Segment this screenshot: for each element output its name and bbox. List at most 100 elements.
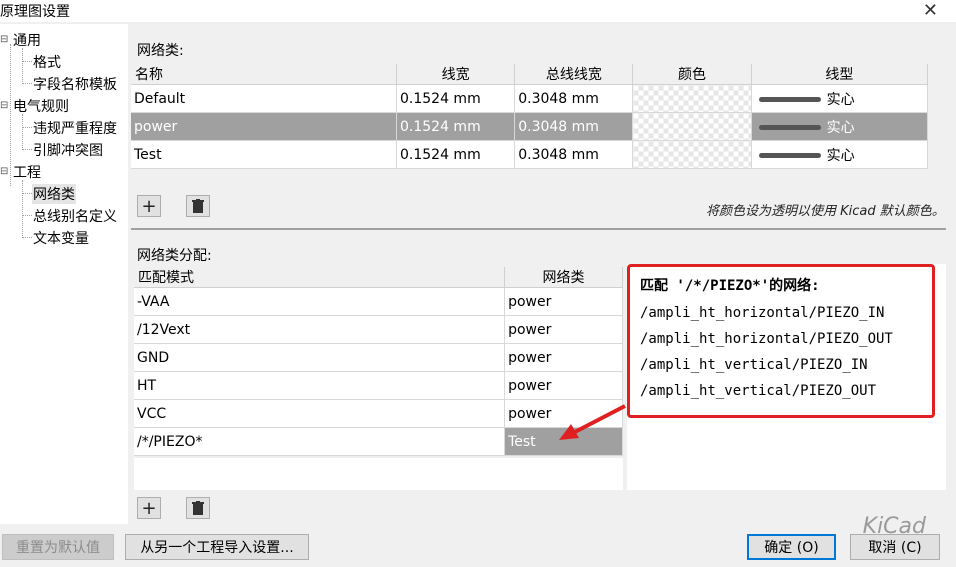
add-assignment-button[interactable]: + [137,497,161,519]
netclass-line-style[interactable]: 实心 [751,84,929,113]
table-row[interactable]: HT power [134,371,623,400]
tree-line [22,61,32,62]
netclass-bus-width[interactable]: 0.3048 mm [514,84,634,113]
splitter[interactable] [131,228,946,230]
line-style-icon [758,125,821,130]
netclass-color-swatch[interactable] [632,84,752,113]
table-row[interactable]: /12Vext power [134,315,623,344]
tree-line [22,149,32,150]
tree-item-electrical-rules[interactable]: 电气规则 [13,96,69,116]
table-row[interactable]: Default 0.1524 mm 0.3048 mm 实心 [131,84,929,113]
collapse-icon[interactable]: ⊟ [0,100,8,111]
tree-item-field-templates[interactable]: 字段名称模板 [33,74,117,94]
add-netclass-button[interactable]: + [137,195,161,217]
column-header-name[interactable]: 名称 [131,64,397,85]
annotation-arrow-icon [559,404,626,440]
netclass-bus-width[interactable]: 0.3048 mm [514,140,634,169]
pattern-cell[interactable]: GND [134,343,506,372]
tree-line [22,215,32,216]
tree-line [22,127,32,128]
netclass-name[interactable]: Default [131,84,397,113]
netclass-color-swatch[interactable] [632,140,752,169]
tree-line [22,237,32,238]
matching-net: /ampli_ht_horizontal/PIEZO_IN [640,305,885,321]
assignments-title: 网络类分配: [137,248,212,264]
table-row[interactable]: /*/PIEZO* Test [134,427,623,456]
matching-net: /ampli_ht_horizontal/PIEZO_OUT [640,331,893,347]
tree-item-violation-severity[interactable]: 违规严重程度 [33,118,117,138]
tree-item-bus-alias[interactable]: 总线别名定义 [33,206,117,226]
tree-item-net-classes[interactable]: 网络类 [32,184,76,204]
window-title: 原理图设置 [0,4,70,20]
tree-line [22,193,32,194]
pattern-cell[interactable]: VCC [134,399,506,428]
column-header-wire-width[interactable]: 线宽 [396,64,516,85]
line-style-icon [758,153,821,158]
table-row[interactable]: VCC power [134,399,623,428]
trash-icon [192,501,204,515]
ok-button[interactable]: 确定 (O) [747,534,836,560]
netclass-wire-width[interactable]: 0.1524 mm [396,140,516,169]
netclass-cell[interactable]: power [504,315,623,344]
tree-line [22,114,23,150]
netclasses-header-row: 名称 线宽 总线线宽 颜色 线型 [131,64,929,85]
plus-icon: + [141,497,157,519]
pattern-cell[interactable]: /12Vext [134,315,506,344]
matching-net: /ampli_ht_vertical/PIEZO_OUT [640,383,877,399]
tree-item-project[interactable]: 工程 [13,162,41,182]
table-row[interactable]: GND power [134,343,623,372]
line-style-label: 实心 [826,147,855,164]
netclass-line-style[interactable]: 实心 [751,112,929,141]
reset-defaults-button[interactable]: 重置为默认值 [2,534,114,560]
column-header-color[interactable]: 颜色 [632,64,752,85]
import-settings-button[interactable]: 从另一个工程导入设置... [125,534,309,560]
collapse-icon[interactable]: ⊟ [0,166,8,177]
netclass-line-style[interactable]: 实心 [751,140,929,169]
netclasses-title: 网络类: [137,43,184,59]
netclass-name[interactable]: Test [131,140,397,169]
tree-line [22,48,23,84]
column-header-line-style[interactable]: 线型 [751,64,929,85]
delete-netclass-button[interactable] [186,195,210,217]
tree-item-general[interactable]: 通用 [13,30,41,50]
netclass-wire-width[interactable]: 0.1524 mm [396,84,516,113]
tree-item-formatting[interactable]: 格式 [33,52,61,72]
netclass-bus-width[interactable]: 0.3048 mm [514,112,634,141]
netclass-cell[interactable]: power [504,287,623,316]
netclass-cell[interactable]: power [504,343,623,372]
delete-assignment-button[interactable] [186,497,210,519]
assignments-table: 匹配模式 网络类 -VAA power /12Vext power GND po… [134,267,623,456]
settings-tree: ⊟ ⊟ ⊟ 通用 格式 字段名称模板 电气规则 违规严重程度 引脚冲突图 工程 … [0,24,128,524]
netclasses-table: 名称 线宽 总线线宽 颜色 线型 Default 0.1524 mm 0.304… [131,64,929,169]
tree-line [10,44,11,186]
color-hint: 将颜色设为透明以使用 Kicad 默认颜色。 [706,204,945,219]
column-header-bus-width[interactable]: 总线线宽 [514,64,634,85]
netclass-wire-width[interactable]: 0.1524 mm [396,112,516,141]
assignments-empty-area [134,458,623,490]
column-header-pattern[interactable]: 匹配模式 [134,267,506,288]
netclass-cell[interactable]: power [504,371,623,400]
kicad-watermark: KiCad [862,514,926,539]
netclass-color-swatch[interactable] [632,112,752,141]
tree-item-pin-conflict-map[interactable]: 引脚冲突图 [33,140,103,160]
assignments-header-row: 匹配模式 网络类 [134,267,623,288]
close-icon[interactable]: ✕ [923,0,938,21]
plus-icon: + [141,195,157,217]
tree-line [22,180,23,238]
collapse-icon[interactable]: ⊟ [0,34,8,45]
pattern-cell[interactable]: -VAA [134,287,506,316]
line-style-label: 实心 [826,119,855,136]
column-header-netclass[interactable]: 网络类 [504,267,623,288]
tree-item-text-variables[interactable]: 文本变量 [33,228,89,248]
netclass-name[interactable]: power [131,112,397,141]
line-style-icon [758,97,821,102]
pattern-cell[interactable]: HT [134,371,506,400]
table-row[interactable]: -VAA power [134,287,623,316]
tree-line [22,83,32,84]
table-row[interactable]: power 0.1524 mm 0.3048 mm 实心 [131,112,929,141]
pattern-cell[interactable]: /*/PIEZO* [134,427,506,456]
trash-icon [192,199,204,213]
callout-title: 匹配 '/*/PIEZO*'的网络: [640,278,820,294]
table-row[interactable]: Test 0.1524 mm 0.3048 mm 实心 [131,140,929,169]
line-style-label: 实心 [826,91,855,108]
